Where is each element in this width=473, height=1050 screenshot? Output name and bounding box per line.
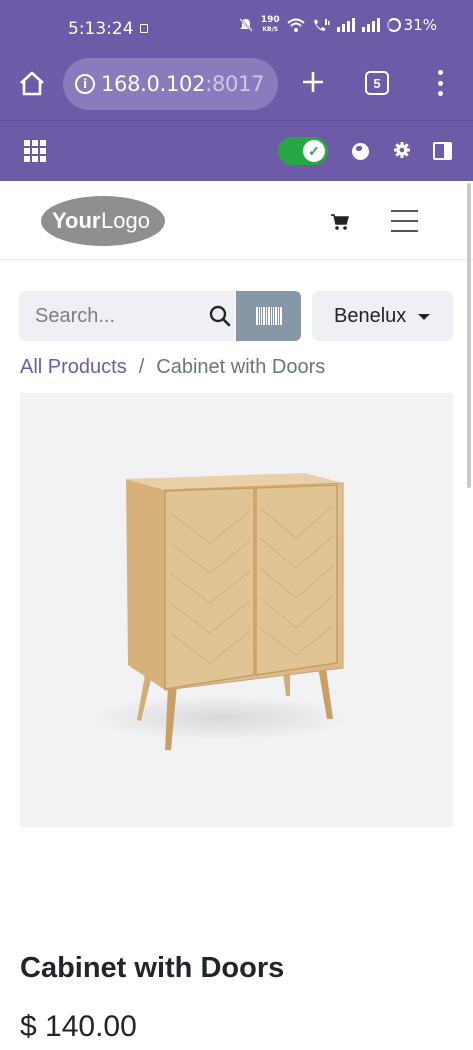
wifi-icon xyxy=(286,18,305,32)
tab-switcher-button[interactable]: 5 xyxy=(365,71,389,95)
pricelist-selected: Benelux xyxy=(334,304,407,327)
product-name: Cabinet with Doors xyxy=(20,952,285,984)
battery-level: 31% xyxy=(403,16,437,34)
browser-menu-icon[interactable] xyxy=(436,70,444,96)
odoo-navbar: ✓ xyxy=(0,120,473,181)
check-icon: ✓ xyxy=(303,140,325,162)
new-tab-icon[interactable] xyxy=(298,67,328,97)
publish-toggle[interactable]: ✓ xyxy=(278,137,328,165)
signal-icon-2 xyxy=(361,18,380,32)
screen-lock-icon xyxy=(140,24,148,33)
breadcrumb-all-products[interactable]: All Products xyxy=(20,356,127,379)
browser-toolbar: i 168.0.102:8017 5 xyxy=(0,56,473,120)
network-speed-unit: KB/S xyxy=(262,26,279,33)
caret-down-icon xyxy=(418,314,431,320)
barcode-icon xyxy=(255,307,282,325)
product-image[interactable] xyxy=(20,393,453,827)
logo-text-logo: Logo xyxy=(101,208,150,233)
home-icon[interactable] xyxy=(18,70,46,98)
site-logo[interactable]: Your Logo xyxy=(40,194,166,247)
logo-text-your: Your xyxy=(52,208,101,233)
product-price: $ 140.00 xyxy=(20,1010,137,1043)
product-search xyxy=(19,291,235,341)
battery-icon xyxy=(386,18,401,32)
hamburger-menu-icon[interactable] xyxy=(391,210,418,232)
side-panel-icon[interactable] xyxy=(433,142,452,160)
search-icon[interactable] xyxy=(209,305,231,327)
search-input[interactable] xyxy=(35,304,185,328)
address-bar[interactable]: i 168.0.102:8017 xyxy=(63,58,278,110)
gear-icon[interactable] xyxy=(393,141,411,159)
status-indicators: 190 KB/S 31% xyxy=(238,16,437,34)
url-host: 168.0.102 xyxy=(101,72,206,96)
cart-icon[interactable] xyxy=(330,213,350,231)
cabinet-illustration xyxy=(90,473,350,750)
breadcrumb-separator: / xyxy=(138,356,145,378)
apps-menu-icon[interactable] xyxy=(24,140,46,162)
site-info-icon[interactable]: i xyxy=(75,74,95,94)
url-text[interactable]: 168.0.102:8017 xyxy=(101,72,265,96)
status-time: 5:13:24 xyxy=(68,19,134,39)
site-header: Your Logo xyxy=(0,181,473,260)
status-bar: 5:13:24 190 KB/S 31% xyxy=(0,0,473,56)
network-speed-value: 190 xyxy=(260,15,280,25)
breadcrumb: All Products / Cabinet with Doors xyxy=(20,356,325,379)
pricelist-dropdown[interactable]: Benelux xyxy=(312,291,453,341)
network-speed: 190 KB/S xyxy=(261,16,280,34)
mute-icon xyxy=(239,18,253,32)
signal-icon xyxy=(336,18,355,32)
call-icon xyxy=(313,19,330,31)
barcode-scan-button[interactable] xyxy=(236,291,301,341)
breadcrumb-current: Cabinet with Doors xyxy=(156,356,326,378)
url-port: :8017 xyxy=(205,72,265,96)
page-scrollbar[interactable] xyxy=(467,183,471,488)
globe-icon[interactable] xyxy=(352,143,369,160)
